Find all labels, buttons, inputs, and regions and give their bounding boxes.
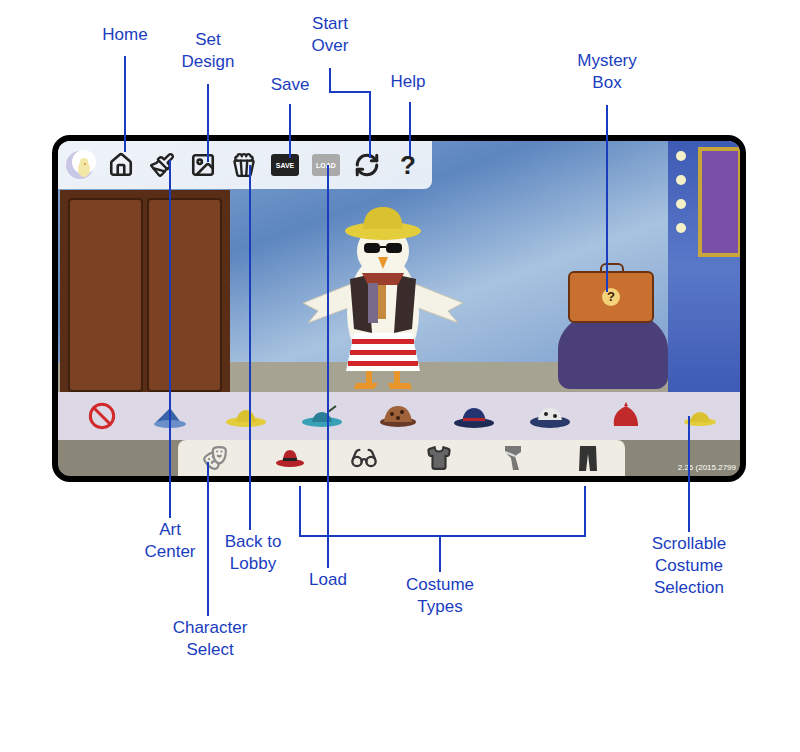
masks-icon[interactable] <box>202 445 228 471</box>
wardrobe <box>60 190 230 392</box>
costume-strip <box>58 392 740 440</box>
lobby-button[interactable] <box>228 149 260 181</box>
callout-label: Load <box>298 569 358 591</box>
no-costume-icon[interactable] <box>88 402 116 430</box>
callout-label: Scrollable Costume Selection <box>639 533 739 599</box>
logo-button[interactable] <box>64 149 96 181</box>
navy-hat-icon[interactable] <box>452 402 496 430</box>
yellow-hat-icon[interactable] <box>680 402 724 430</box>
restart-button[interactable] <box>351 149 383 181</box>
bottom-bar: 2.26 (2015.2799 <box>58 440 740 476</box>
pants-icon[interactable] <box>577 444 599 472</box>
home-button[interactable] <box>105 149 137 181</box>
callout-label: Home <box>85 24 165 46</box>
callout-label: Back to Lobby <box>208 531 298 575</box>
set-button[interactable] <box>187 149 219 181</box>
callout-label: Mystery Box <box>567 50 647 94</box>
callout-label: Character Select <box>165 617 255 661</box>
help-button[interactable]: ? <box>392 149 424 181</box>
shirt-tab[interactable] <box>419 442 459 474</box>
hat-tab[interactable] <box>270 442 310 474</box>
set-design-icon[interactable] <box>190 152 216 178</box>
callout-label: Costume Types <box>395 574 485 618</box>
page: ? SAVE LOAD? 2.26 (2015.2799 HomeSet Design S… <box>0 0 800 752</box>
load-button[interactable]: LOAD <box>310 149 342 181</box>
scarf-icon[interactable] <box>501 444 525 472</box>
game-frame: ? SAVE LOAD? 2.26 (2015.2799 <box>52 135 746 482</box>
paintbrush-icon[interactable] <box>149 152 175 178</box>
shirt-icon[interactable] <box>426 445 452 471</box>
straw-hat-icon[interactable] <box>224 402 268 430</box>
save-box-icon[interactable]: SAVE <box>271 154 299 176</box>
version: 2.26 (2015.2799 <box>678 464 736 472</box>
glasses-icon[interactable] <box>350 444 378 472</box>
mystery-mark: ? <box>602 288 620 306</box>
mystery-box[interactable]: ? <box>568 271 654 323</box>
red-bag-hat-icon[interactable] <box>604 402 648 430</box>
glasses-tab[interactable] <box>344 442 384 474</box>
mirror <box>698 147 740 257</box>
stage: ? SAVE LOAD? <box>58 141 740 392</box>
callout-label: Art Center <box>140 519 200 563</box>
art-button[interactable] <box>146 149 178 181</box>
pattern-hat-icon[interactable] <box>528 402 572 430</box>
help-icon[interactable]: ? <box>400 152 416 178</box>
scarf-tab[interactable] <box>493 442 533 474</box>
leopard-hat-icon[interactable] <box>376 402 420 430</box>
teal-hat-icon[interactable] <box>300 402 344 430</box>
logo-icon[interactable] <box>64 149 96 181</box>
start-over-icon[interactable] <box>354 152 380 178</box>
home-icon[interactable] <box>108 152 134 178</box>
hat-icon[interactable] <box>275 446 305 470</box>
callout-lines <box>0 0 800 752</box>
pants-tab[interactable] <box>568 442 608 474</box>
character-tab[interactable] <box>195 442 235 474</box>
toolbar: SAVE LOAD? <box>58 141 432 189</box>
load-box-icon[interactable]: LOAD <box>312 154 340 176</box>
callout-label: Start Over <box>295 13 365 57</box>
callout-label: Save <box>260 74 320 96</box>
popcorn-icon[interactable] <box>231 152 257 178</box>
save-button[interactable]: SAVE <box>269 149 301 181</box>
penguin-character <box>298 193 468 392</box>
callout-label: Set Design <box>168 29 248 73</box>
costume-type-tabs <box>178 440 625 476</box>
callout-label: Help <box>378 71 438 93</box>
